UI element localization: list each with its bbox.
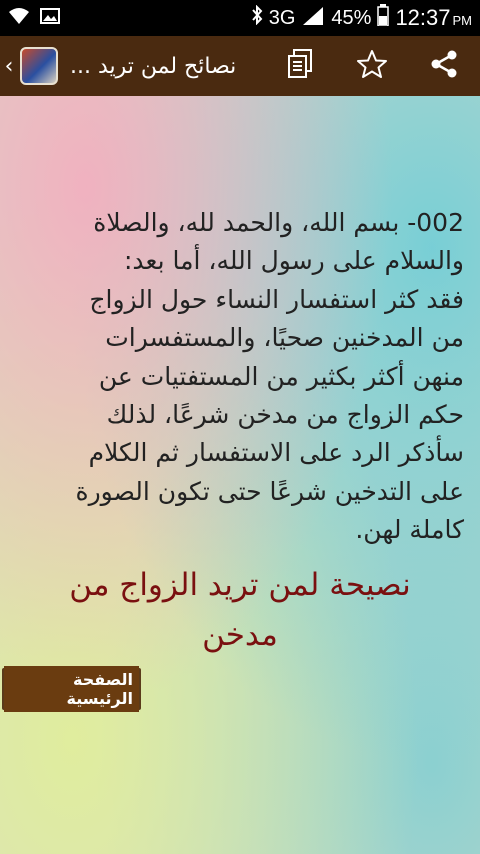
copy-button[interactable]	[264, 36, 336, 96]
clock-time: 12:37	[395, 5, 451, 30]
copy-icon	[287, 49, 313, 83]
heading-line: نصيحة لمن تريد الزواج من	[69, 567, 411, 603]
chevron-left-icon[interactable]: ‹	[2, 54, 16, 79]
wifi-icon	[8, 7, 30, 30]
image-icon	[40, 7, 60, 30]
signal-icon	[301, 5, 325, 31]
article-line: حكم الزواج من مدخن شرعًا، لذلك	[106, 400, 464, 430]
clock-ampm: PM	[452, 13, 473, 28]
article-body: 002- بسم الله، والحمد لله، والصلاة والسل…	[14, 204, 464, 550]
content-area: 002- بسم الله، والحمد لله، والصلاة والسل…	[0, 96, 480, 854]
article-line: 002- بسم الله، والحمد لله، والصلاة	[93, 208, 464, 237]
home-page-button[interactable]: الصفحة الرئيسية	[2, 666, 141, 712]
battery-icon	[377, 4, 390, 32]
action-bar-title: نصائح لمن تريد ...	[70, 53, 237, 79]
heading-line: مدخن	[202, 617, 278, 653]
article-line: سأذكر الرد على الاستفسار ثم الكلام	[88, 438, 464, 468]
article-line: فقد كثر استفسار النساء حول الزواج	[89, 284, 464, 314]
network-type: 3G	[268, 6, 296, 29]
bluetooth-icon	[251, 4, 263, 31]
article-line: منهن أكثر بكثير من المستفتيات عن	[98, 361, 464, 391]
star-icon	[356, 49, 388, 83]
article-heading: نصيحة لمن تريد الزواج من مدخن	[20, 560, 460, 660]
favorite-button[interactable]	[336, 36, 408, 96]
article-line: على التدخين شرعًا حتى تكون الصورة	[75, 476, 464, 506]
article-line: كاملة لهن.	[355, 515, 464, 545]
clock: 12:37 PM	[395, 5, 472, 31]
share-button[interactable]	[408, 36, 480, 96]
share-icon	[429, 49, 459, 83]
article-line: من المدخنين صحيًا، والمستفسرات	[105, 323, 464, 353]
action-bar: ‹ نصائح لمن تريد ...	[0, 36, 480, 96]
app-icon[interactable]	[20, 47, 58, 85]
home-page-button-label: الصفحة الرئيسية	[4, 666, 139, 712]
status-bar: 3G 45% 12:37 PM	[0, 0, 480, 36]
article-line: والسلام على رسول الله، أما بعد:	[123, 246, 464, 276]
battery-percent: 45%	[331, 6, 372, 29]
